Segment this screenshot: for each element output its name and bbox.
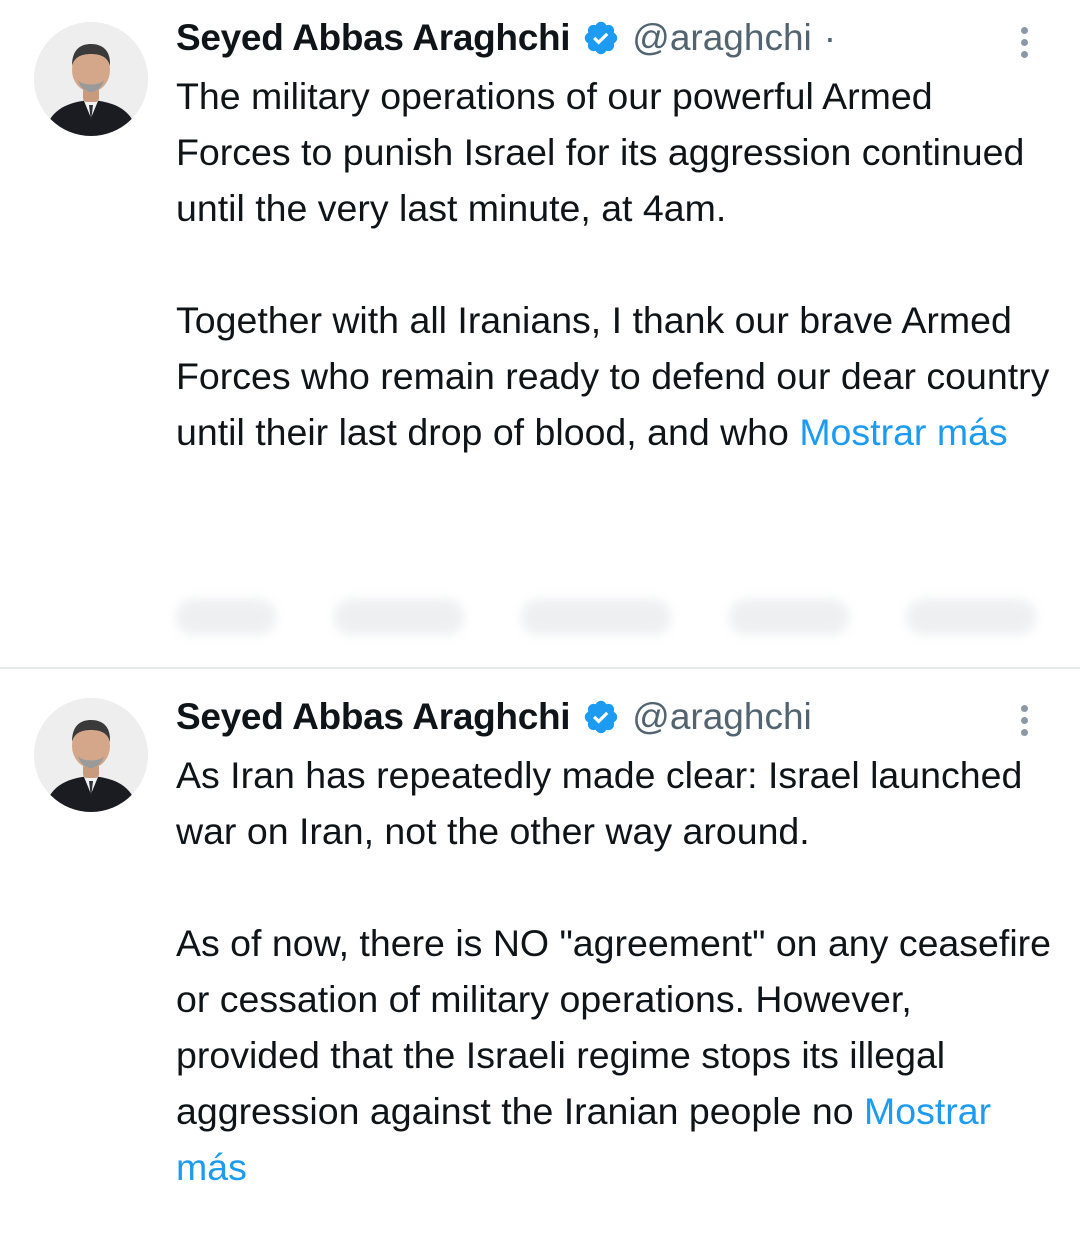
more-options-icon[interactable] (1012, 700, 1036, 740)
tweet[interactable]: Seyed Abbas Araghchi @araghchi · The mil… (0, 0, 1080, 668)
more-options-icon[interactable] (1012, 22, 1036, 62)
author-handle[interactable]: @araghchi (632, 17, 812, 59)
share-action[interactable] (906, 599, 1036, 635)
tweet-header: Seyed Abbas Araghchi @araghchi (176, 696, 1000, 738)
verified-badge-icon (582, 19, 620, 57)
separator-dot: · (823, 17, 837, 58)
author-name[interactable]: Seyed Abbas Araghchi (176, 17, 571, 59)
tweet-text-main: The military operations of our powerful … (176, 75, 1050, 453)
retweet-action[interactable] (333, 599, 464, 635)
reply-action[interactable] (176, 599, 276, 635)
timeline-feed: Seyed Abbas Araghchi @araghchi · The mil… (0, 0, 1080, 1260)
avatar-photo (34, 22, 148, 136)
avatar[interactable] (34, 22, 148, 136)
tweet-text-main: As Iran has repeatedly made clear: Israe… (176, 754, 1051, 1132)
avatar[interactable] (34, 698, 148, 812)
avatar-photo (34, 698, 148, 812)
like-action[interactable] (521, 599, 671, 635)
tweet-text: As Iran has repeatedly made clear: Israe… (176, 747, 1056, 1195)
author-name[interactable]: Seyed Abbas Araghchi (176, 696, 571, 738)
views-action[interactable] (728, 599, 849, 635)
author-handle[interactable]: @araghchi (632, 696, 812, 738)
verified-badge-icon (582, 698, 620, 736)
tweet-header: Seyed Abbas Araghchi @araghchi · (176, 17, 1000, 59)
tweet[interactable]: Seyed Abbas Araghchi @araghchi As Iran h… (0, 669, 1080, 1260)
tweet-text: The military operations of our powerful … (176, 68, 1056, 460)
show-more-link[interactable]: Mostrar más (799, 411, 1007, 453)
tweet-actions-bar (176, 588, 1036, 646)
